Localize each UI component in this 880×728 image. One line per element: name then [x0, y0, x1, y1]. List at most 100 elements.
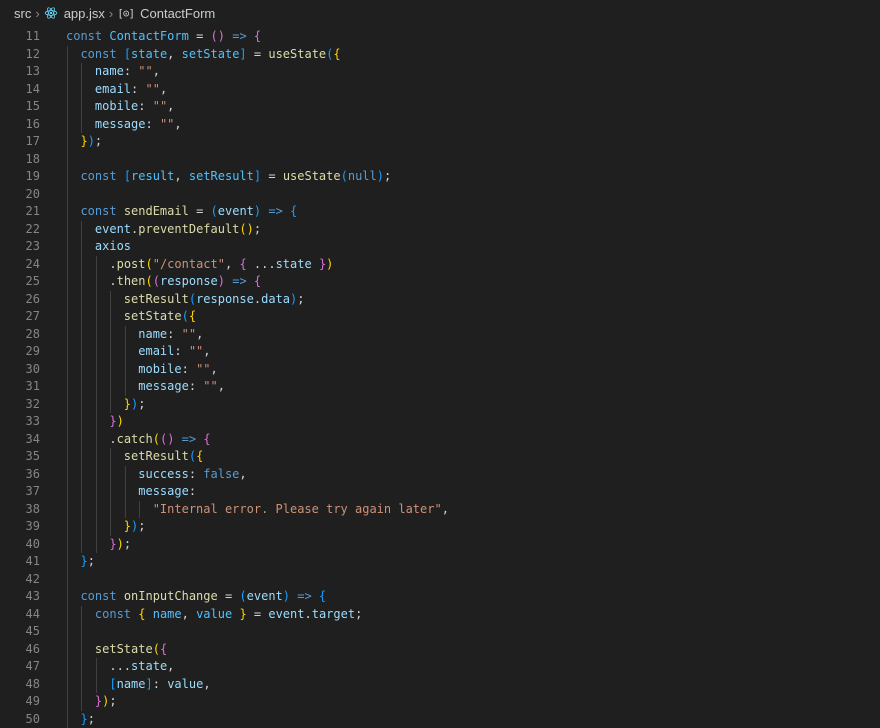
code-line[interactable]: 47 ...state, [0, 658, 880, 676]
code-token: : [138, 99, 152, 113]
code-text: }; [66, 553, 95, 571]
code-token: setState [124, 309, 182, 323]
breadcrumb-folder-label: src [14, 6, 31, 21]
code-text: axios [66, 238, 131, 256]
code-token: event [268, 607, 304, 621]
line-number: 34 [0, 431, 40, 449]
code-token: ) [326, 257, 333, 271]
code-line[interactable]: 42 [0, 571, 880, 589]
code-token: event [247, 589, 283, 603]
code-line[interactable]: 37 message: [0, 483, 880, 501]
code-line[interactable]: 13 name: "", [0, 63, 880, 81]
code-line[interactable]: 15 mobile: "", [0, 98, 880, 116]
line-number: 17 [0, 133, 40, 151]
code-line[interactable]: 14 email: "", [0, 81, 880, 99]
code-token: ( [211, 29, 218, 43]
code-line[interactable]: 18 [0, 151, 880, 169]
code-text: mobile: "", [66, 98, 174, 116]
code-line[interactable]: 35 setResult({ [0, 448, 880, 466]
code-line[interactable]: 34 .catch(() => { [0, 431, 880, 449]
line-number: 27 [0, 308, 40, 326]
code-token: => [261, 204, 290, 218]
code-token: : [131, 82, 145, 96]
code-token: } [80, 134, 87, 148]
code-token [66, 257, 109, 271]
code-line[interactable]: 28 name: "", [0, 326, 880, 344]
code-token: false [203, 467, 239, 481]
breadcrumb-symbol[interactable]: [⊙] ContactForm [117, 6, 215, 21]
code-line[interactable]: 11const ContactForm = () => { [0, 28, 880, 46]
code-line[interactable]: 22 event.preventDefault(); [0, 221, 880, 239]
code-line[interactable]: 39 }); [0, 518, 880, 536]
code-token: ( [189, 292, 196, 306]
code-text: message: "", [66, 116, 182, 134]
code-token: response [196, 292, 254, 306]
code-line[interactable]: 20 [0, 186, 880, 204]
code-token: ContactForm [109, 29, 188, 43]
code-line[interactable]: 38 "Internal error. Please try again lat… [0, 501, 880, 519]
code-line[interactable]: 16 message: "", [0, 116, 880, 134]
code-token: message [138, 379, 189, 393]
code-line[interactable]: 12 const [state, setState] = useState({ [0, 46, 880, 64]
code-token: ; [109, 694, 116, 708]
breadcrumb-folder[interactable]: src [14, 6, 31, 21]
code-line[interactable]: 23 axios [0, 238, 880, 256]
code-token: . [109, 274, 116, 288]
code-line[interactable]: 17 }); [0, 133, 880, 151]
code-line[interactable]: 19 const [result, setResult] = useState(… [0, 168, 880, 186]
code-token: ; [88, 712, 95, 726]
code-token: "" [160, 117, 174, 131]
code-line[interactable]: 26 setResult(response.data); [0, 291, 880, 309]
code-line[interactable]: 45 [0, 623, 880, 641]
code-line[interactable]: 24 .post("/contact", { ...state }) [0, 256, 880, 274]
code-line[interactable]: 44 const { name, value } = event.target; [0, 606, 880, 624]
code-token: const [80, 47, 123, 61]
code-line[interactable]: 30 mobile: "", [0, 361, 880, 379]
code-token: , [182, 607, 196, 621]
chevron-right-icon: › [35, 6, 39, 21]
code-token [66, 204, 80, 218]
code-line[interactable]: 48 [name]: value, [0, 676, 880, 694]
code-line[interactable]: 21 const sendEmail = (event) => { [0, 203, 880, 221]
code-token [66, 222, 95, 236]
code-editor[interactable]: 11const ContactForm = () => {12 const [s… [0, 26, 880, 727]
chevron-right-icon: › [109, 6, 113, 21]
code-token: state [131, 659, 167, 673]
code-line[interactable]: 33 }) [0, 413, 880, 431]
code-line[interactable]: 40 }); [0, 536, 880, 554]
code-token: response [160, 274, 218, 288]
code-token: ... [247, 257, 276, 271]
code-token: name [117, 677, 146, 691]
line-number: 47 [0, 658, 40, 676]
code-line[interactable]: 49 }); [0, 693, 880, 711]
code-token [66, 502, 153, 516]
code-line[interactable]: 50 }; [0, 711, 880, 728]
code-line[interactable]: 25 .then((response) => { [0, 273, 880, 291]
code-line[interactable]: 36 success: false, [0, 466, 880, 484]
line-number: 15 [0, 98, 40, 116]
code-token: } [124, 397, 131, 411]
code-token: sendEmail [124, 204, 189, 218]
code-line[interactable]: 31 message: "", [0, 378, 880, 396]
code-token: "" [138, 64, 152, 78]
code-line[interactable]: 27 setState({ [0, 308, 880, 326]
code-token [66, 99, 95, 113]
line-number: 36 [0, 466, 40, 484]
code-line[interactable]: 43 const onInputChange = (event) => { [0, 588, 880, 606]
code-line[interactable]: 41 }; [0, 553, 880, 571]
line-number: 11 [0, 28, 40, 46]
breadcrumb-file[interactable]: app.jsx [44, 6, 105, 21]
code-token: const [80, 204, 123, 218]
code-token [66, 449, 124, 463]
code-token [66, 292, 124, 306]
line-number: 44 [0, 606, 40, 624]
code-line[interactable]: 29 email: "", [0, 343, 880, 361]
code-line[interactable]: 32 }); [0, 396, 880, 414]
code-text: }); [66, 133, 102, 151]
code-line[interactable]: 46 setState({ [0, 641, 880, 659]
code-token: = [247, 607, 269, 621]
code-token: const [95, 607, 138, 621]
code-token: event [95, 222, 131, 236]
code-token: : [189, 379, 203, 393]
code-token: ) [247, 222, 254, 236]
